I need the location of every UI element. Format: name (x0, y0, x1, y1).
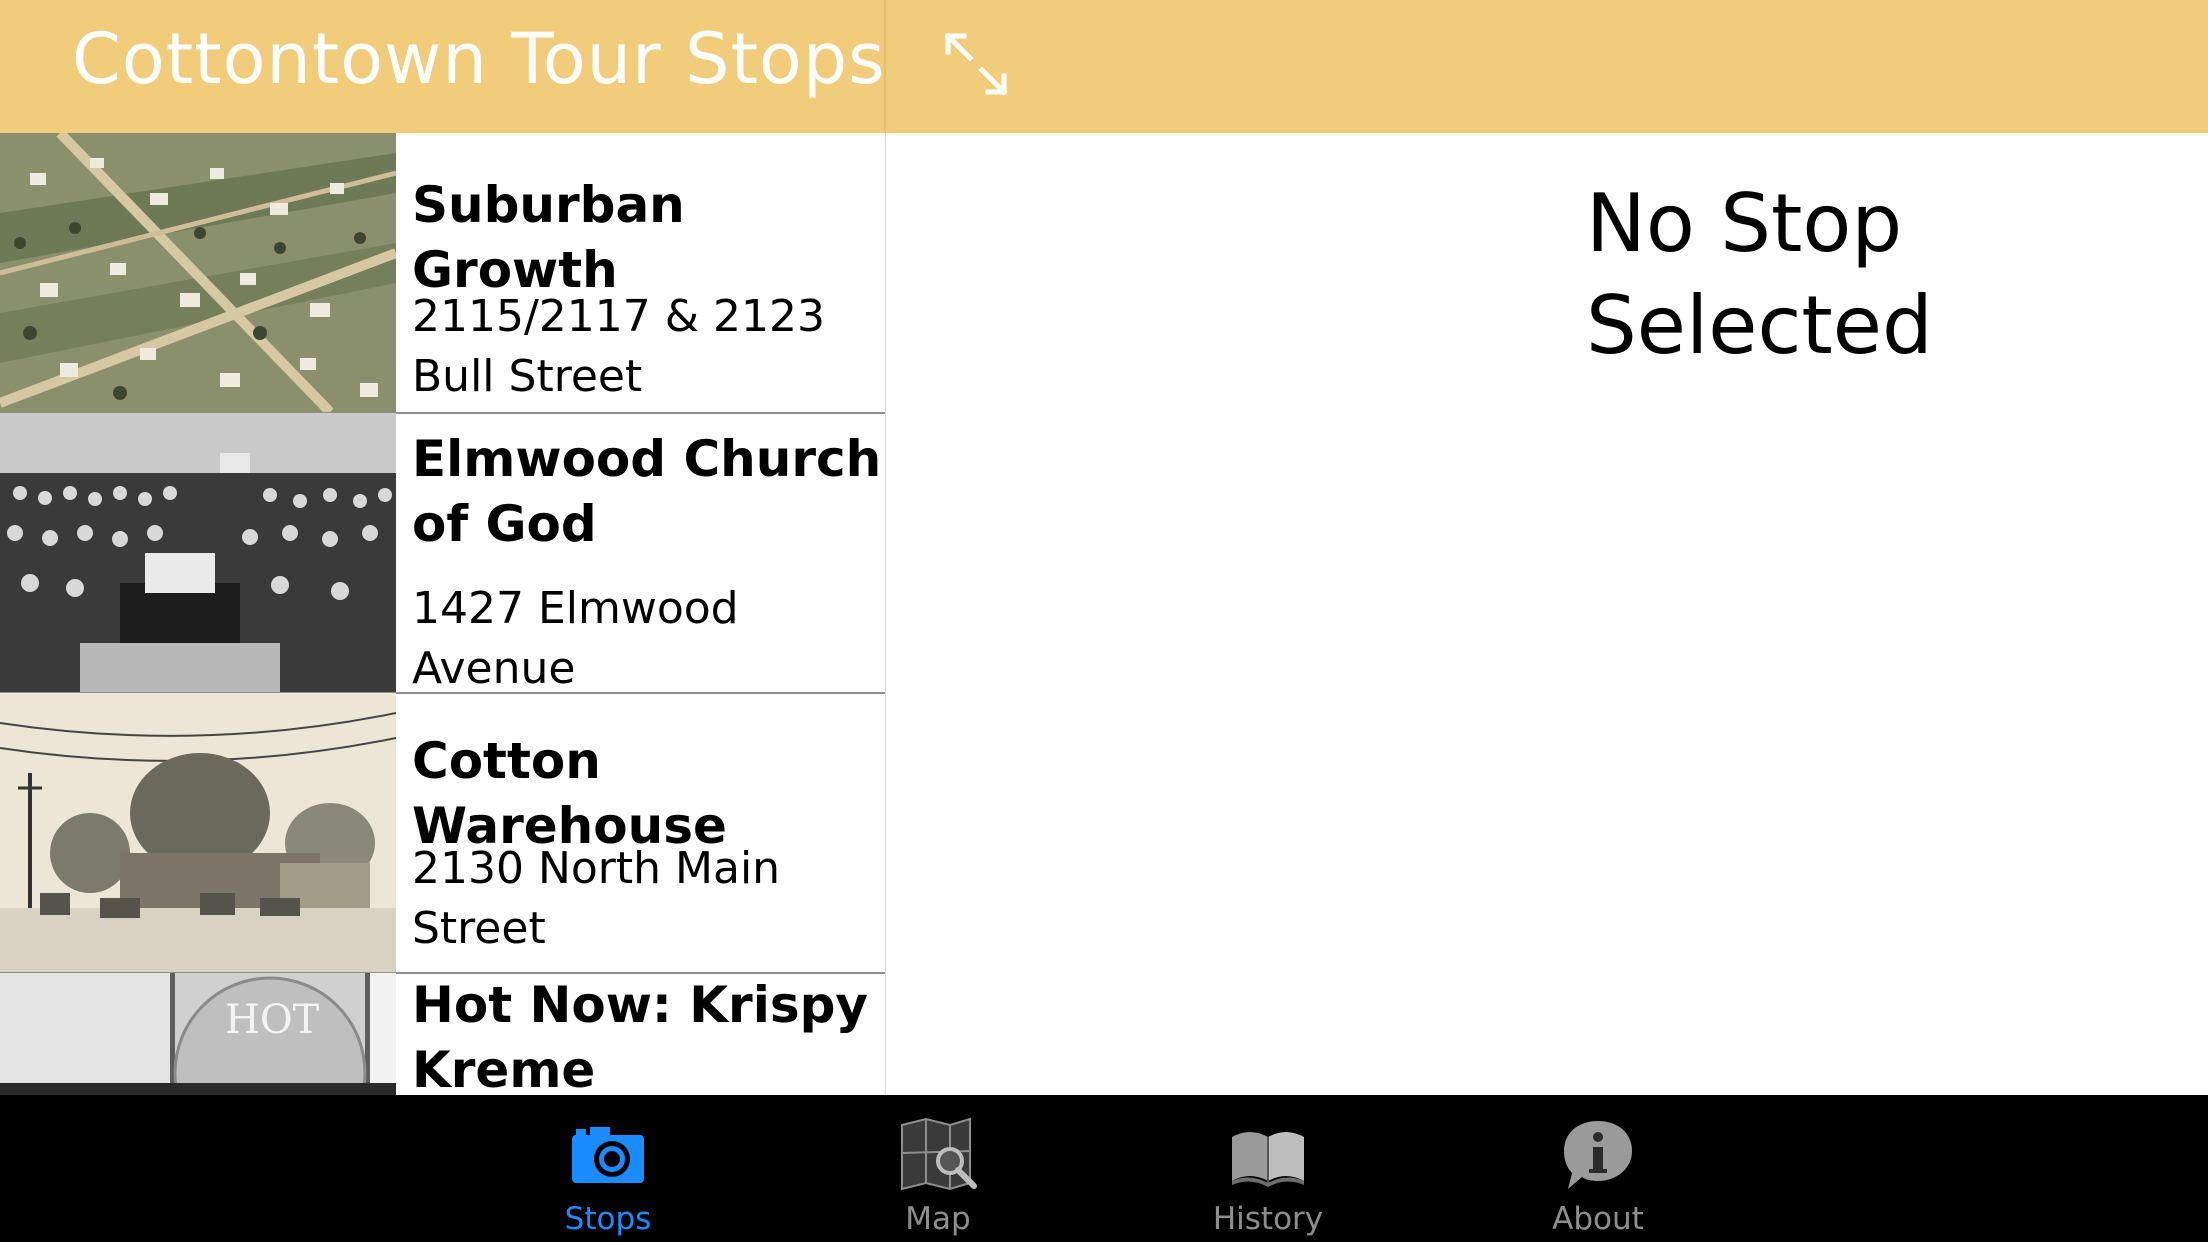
stop-thumbnail (0, 413, 396, 692)
tab-map[interactable]: Map (848, 1095, 1028, 1242)
tab-label: About (1552, 1201, 1644, 1237)
svg-text:HOT: HOT (225, 997, 320, 1043)
stops-list[interactable]: Suburban Growth 2115/2117 & 2123 Bull St… (0, 133, 887, 1095)
tab-stops[interactable]: Stops (518, 1095, 698, 1242)
list-item[interactable]: Suburban Growth 2115/2117 & 2123 Bull St… (0, 133, 885, 414)
list-item[interactable]: Cotton Warehouse 2130 North Main Street (0, 693, 885, 974)
stop-thumbnail (0, 693, 396, 972)
navigation-bar: Cottontown Tour Stops (0, 0, 2208, 134)
page-title: Cottontown Tour Stops (72, 18, 886, 100)
stop-title: Suburban Growth (412, 176, 685, 299)
tab-label: Stops (564, 1201, 652, 1237)
expand-arrows-icon (944, 32, 1008, 96)
stop-title: Hot Now: Krispy Kreme (412, 976, 868, 1095)
tab-bar: Stops Map History About (0, 1095, 2208, 1242)
book-icon (1232, 1132, 1304, 1187)
empty-state-message: No Stop Selected (1586, 177, 1933, 372)
stop-address: 2130 North Main Street (412, 843, 781, 954)
expand-button[interactable] (940, 28, 1012, 100)
tab-history[interactable]: History (1178, 1095, 1358, 1242)
stop-title: Elmwood Church of God (412, 430, 882, 553)
tab-label: History (1212, 1201, 1324, 1237)
tab-about[interactable]: About (1508, 1095, 1688, 1242)
list-item[interactable]: HOT Hot Now: Krispy Kreme (0, 973, 885, 1095)
stop-thumbnail: HOT (0, 973, 396, 1095)
detail-pane: No Stop Selected (886, 133, 2208, 1095)
header-divider (884, 0, 886, 133)
stop-address: 1427 Elmwood Avenue (412, 583, 739, 694)
map-search-icon (901, 1117, 977, 1191)
stop-thumbnail (0, 133, 396, 412)
info-icon (1564, 1121, 1632, 1189)
camera-icon (572, 1127, 644, 1183)
list-item[interactable]: Elmwood Church of God 1427 Elmwood Avenu… (0, 413, 885, 694)
stop-address: 2115/2117 & 2123 Bull Street (412, 291, 826, 402)
tab-label: Map (905, 1201, 971, 1237)
